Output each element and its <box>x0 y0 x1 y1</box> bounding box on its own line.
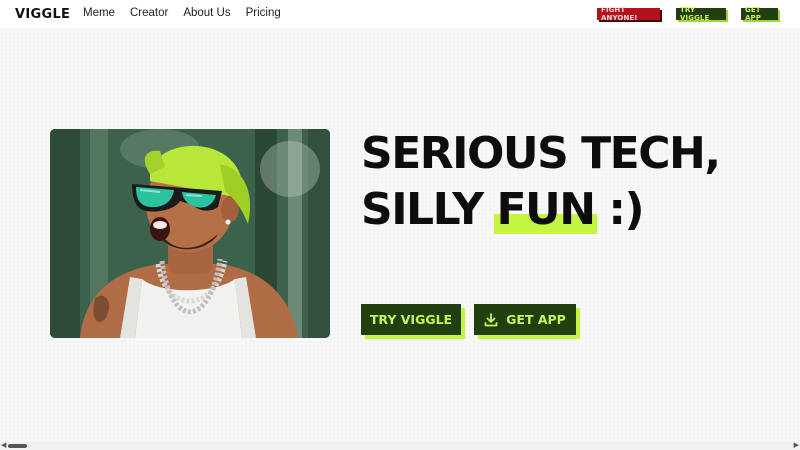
headline-highlight-fun: FUN <box>494 182 597 238</box>
scroll-right-arrow-icon[interactable]: ▶ <box>794 442 799 450</box>
hero-get-app-label: GET APP <box>506 312 566 327</box>
main-nav: Meme Creator About Us Pricing <box>83 7 281 19</box>
hero-try-viggle-button[interactable]: TRY VIGGLE <box>361 304 461 335</box>
hero-get-app-button[interactable]: GET APP <box>474 304 576 335</box>
header-get-app-button[interactable]: GET APP <box>741 6 778 22</box>
headline-suffix: :) <box>594 184 644 235</box>
headline-line-2: SILLY FUN :) <box>361 182 720 238</box>
viggle-logo[interactable]: VIGGLE <box>15 7 70 22</box>
nav-item-pricing[interactable]: Pricing <box>246 7 281 19</box>
nav-item-creator[interactable]: Creator <box>130 7 168 19</box>
headline-line-1: SERIOUS TECH, <box>361 128 721 179</box>
scroll-left-arrow-icon[interactable]: ◀ <box>1 442 6 450</box>
fight-anyone-button[interactable]: FIGHT ANYONE! <box>597 6 660 22</box>
hero-headline: SERIOUS TECH, SILLY FUN :) <box>361 126 721 238</box>
header-try-viggle-button[interactable]: TRY VIGGLE <box>676 6 726 22</box>
top-nav-bar: VIGGLE Meme Creator About Us Pricing FIG… <box>0 0 800 28</box>
download-icon <box>484 312 498 326</box>
headline-prefix: SILLY <box>361 184 497 235</box>
hero-character-image <box>50 129 330 338</box>
nav-item-meme[interactable]: Meme <box>83 7 115 19</box>
scrollbar-thumb[interactable] <box>8 444 27 448</box>
nav-item-about-us[interactable]: About Us <box>183 7 230 19</box>
hero-try-viggle-label: TRY VIGGLE <box>369 312 453 327</box>
horizontal-scrollbar[interactable]: ◀ ▶ <box>0 442 800 450</box>
